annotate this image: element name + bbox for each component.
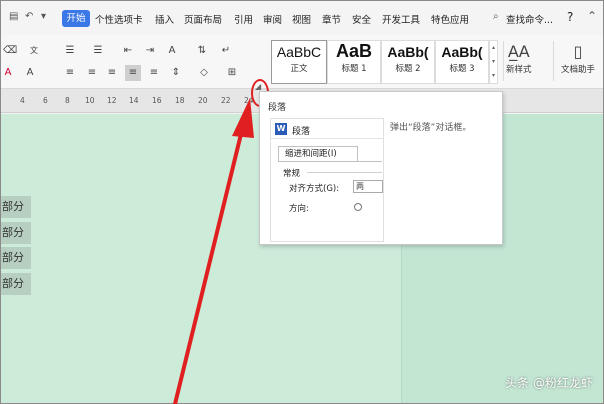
shading-icon[interactable]: ◇ (197, 67, 211, 79)
ribbon-separator (553, 41, 554, 81)
preview-tab-divider (278, 161, 382, 162)
align-left-icon[interactable]: ≡ (63, 67, 77, 79)
style-sample: AaBb( (441, 44, 483, 60)
document-line[interactable]: 部分 (1, 222, 31, 244)
style-heading-1[interactable]: AaB 标题 1 (327, 40, 381, 84)
ruler-number: 20 (198, 96, 208, 105)
ruler-number: 22 (221, 96, 231, 105)
ruler-number: 10 (85, 96, 95, 105)
ruler-number: 12 (107, 96, 117, 105)
tab-view[interactable]: 视图 (292, 12, 311, 26)
writing-assistant-label: 文档助手 (561, 65, 596, 75)
preview-alignment-select: 两 (353, 180, 383, 193)
writing-assistant-button[interactable]: ▯ 文档助手 (561, 41, 595, 75)
ruler-number: 6 (43, 96, 48, 105)
style-heading-2[interactable]: AaBb( 标题 2 (381, 40, 435, 84)
tab-security[interactable]: 安全 (352, 12, 371, 26)
new-style-icon: A̲A (507, 42, 530, 61)
numbered-list-icon[interactable]: ☰ (91, 45, 105, 57)
command-search[interactable]: 查找命令... (506, 12, 553, 26)
ruler-number: 4 (20, 96, 25, 105)
phonetic-guide-icon[interactable]: 文 (27, 45, 41, 57)
tab-sections[interactable]: 章节 (322, 12, 341, 26)
document-line[interactable]: 部分 (1, 273, 31, 295)
ribbon-separator (503, 41, 504, 81)
style-name: 标题 2 (395, 64, 421, 74)
collapse-ribbon-icon[interactable]: ⌃ (587, 9, 599, 23)
menu-bar: ▤ ↶ ▾ 开始 个性选项卡 插入 页面布局 引用 审阅 视图 章节 安全 开发… (1, 1, 603, 35)
preview-direction-radio (354, 203, 362, 211)
preview-alignment-label: 对齐方式(G): (289, 184, 340, 194)
document-line[interactable]: 部分 (1, 196, 31, 218)
sort-icon[interactable]: ⇅ (195, 45, 209, 57)
eraser-icon[interactable]: ⌫ (3, 45, 17, 57)
new-style-label: 新样式 (506, 65, 532, 75)
preview-titlebar: W 段落 (271, 119, 383, 139)
line-spacing-icon[interactable]: ⇕ (169, 67, 183, 79)
ruler-number: 16 (152, 96, 162, 105)
character-shading-icon[interactable]: A (23, 67, 37, 79)
tab-custom[interactable]: 个性选项卡 (95, 12, 143, 26)
tab-page-layout[interactable]: 页面布局 (184, 12, 222, 26)
show-marks-icon[interactable]: ↵ (219, 45, 233, 57)
align-center-icon[interactable]: ≡ (85, 67, 99, 79)
watermark: 头条 @粉红龙虾 (505, 376, 593, 390)
tab-home[interactable]: 开始 (62, 10, 90, 27)
ruler-number: 14 (129, 96, 139, 105)
style-sample: AaBb( (387, 44, 429, 60)
tab-insert[interactable]: 插入 (155, 12, 174, 26)
tab-references[interactable]: 引用 (234, 12, 253, 26)
style-normal[interactable]: AaBbC 正文 (271, 40, 327, 84)
style-name: 标题 1 (341, 64, 367, 74)
preview-tab-indent-spacing: 缩进和间距(I) (278, 146, 358, 162)
print-preview-icon[interactable]: ▤ (9, 11, 21, 23)
customize-dropdown-icon[interactable]: ▾ (41, 11, 53, 23)
document-line[interactable]: 部分 (1, 247, 31, 269)
increase-indent-icon[interactable]: ⇥ (143, 45, 157, 57)
style-heading-3[interactable]: AaBb( 标题 3 (435, 40, 489, 84)
style-sample: AaBbC (276, 44, 322, 60)
tooltip-description: 弹出“段落”对话框。 (390, 123, 472, 133)
preview-direction-label: 方向: (289, 204, 309, 214)
app-window: ▤ ↶ ▾ 开始 个性选项卡 插入 页面布局 引用 审阅 视图 章节 安全 开发… (0, 0, 604, 404)
new-style-button[interactable]: A̲A 新样式 (506, 41, 532, 75)
align-right-icon[interactable]: ≡ (105, 67, 119, 79)
paragraph-tooltip: 段落 弹出“段落”对话框。 W 段落 缩进和间距(I) 常规 对齐方式(G): … (259, 91, 503, 245)
preview-section-divider (307, 172, 382, 173)
style-sample: AaB (335, 41, 372, 61)
font-color-icon[interactable]: A (1, 67, 15, 79)
tab-special-apps[interactable]: 特色应用 (431, 12, 469, 26)
chinese-layout-icon[interactable]: A (165, 45, 179, 57)
justify-icon[interactable]: ≡ (125, 65, 141, 81)
document-assistant-icon: ▯ (573, 42, 583, 61)
style-name: 标题 3 (449, 64, 475, 74)
borders-icon[interactable]: ⊞ (225, 67, 239, 79)
decrease-indent-icon[interactable]: ⇤ (121, 45, 135, 57)
ruler-number: 18 (175, 96, 185, 105)
style-gallery-scroll[interactable]: ▴ ▾ ▾ (489, 40, 498, 84)
wps-writer-icon: W (275, 123, 287, 135)
tab-developer[interactable]: 开发工具 (382, 12, 420, 26)
paragraph-dialog-preview: W 段落 缩进和间距(I) 常规 对齐方式(G): 两 方向: (270, 118, 384, 242)
preview-section-general: 常规 (283, 169, 301, 179)
bullet-list-icon[interactable]: ☰ (63, 45, 77, 57)
distributed-align-icon[interactable]: ≡ (147, 67, 161, 79)
tooltip-title: 段落 (268, 103, 287, 113)
preview-title: 段落 (292, 127, 311, 137)
ruler-number: 8 (65, 96, 70, 105)
tab-review[interactable]: 审阅 (263, 12, 282, 26)
search-icon[interactable]: ⌕ (493, 11, 505, 23)
undo-icon[interactable]: ↶ (25, 11, 37, 23)
help-button[interactable]: ? (567, 10, 573, 24)
style-gallery: AaBbC 正文 AaB 标题 1 AaBb( 标题 2 AaBb( 标题 3 … (271, 40, 498, 84)
style-name: 正文 (290, 64, 308, 74)
